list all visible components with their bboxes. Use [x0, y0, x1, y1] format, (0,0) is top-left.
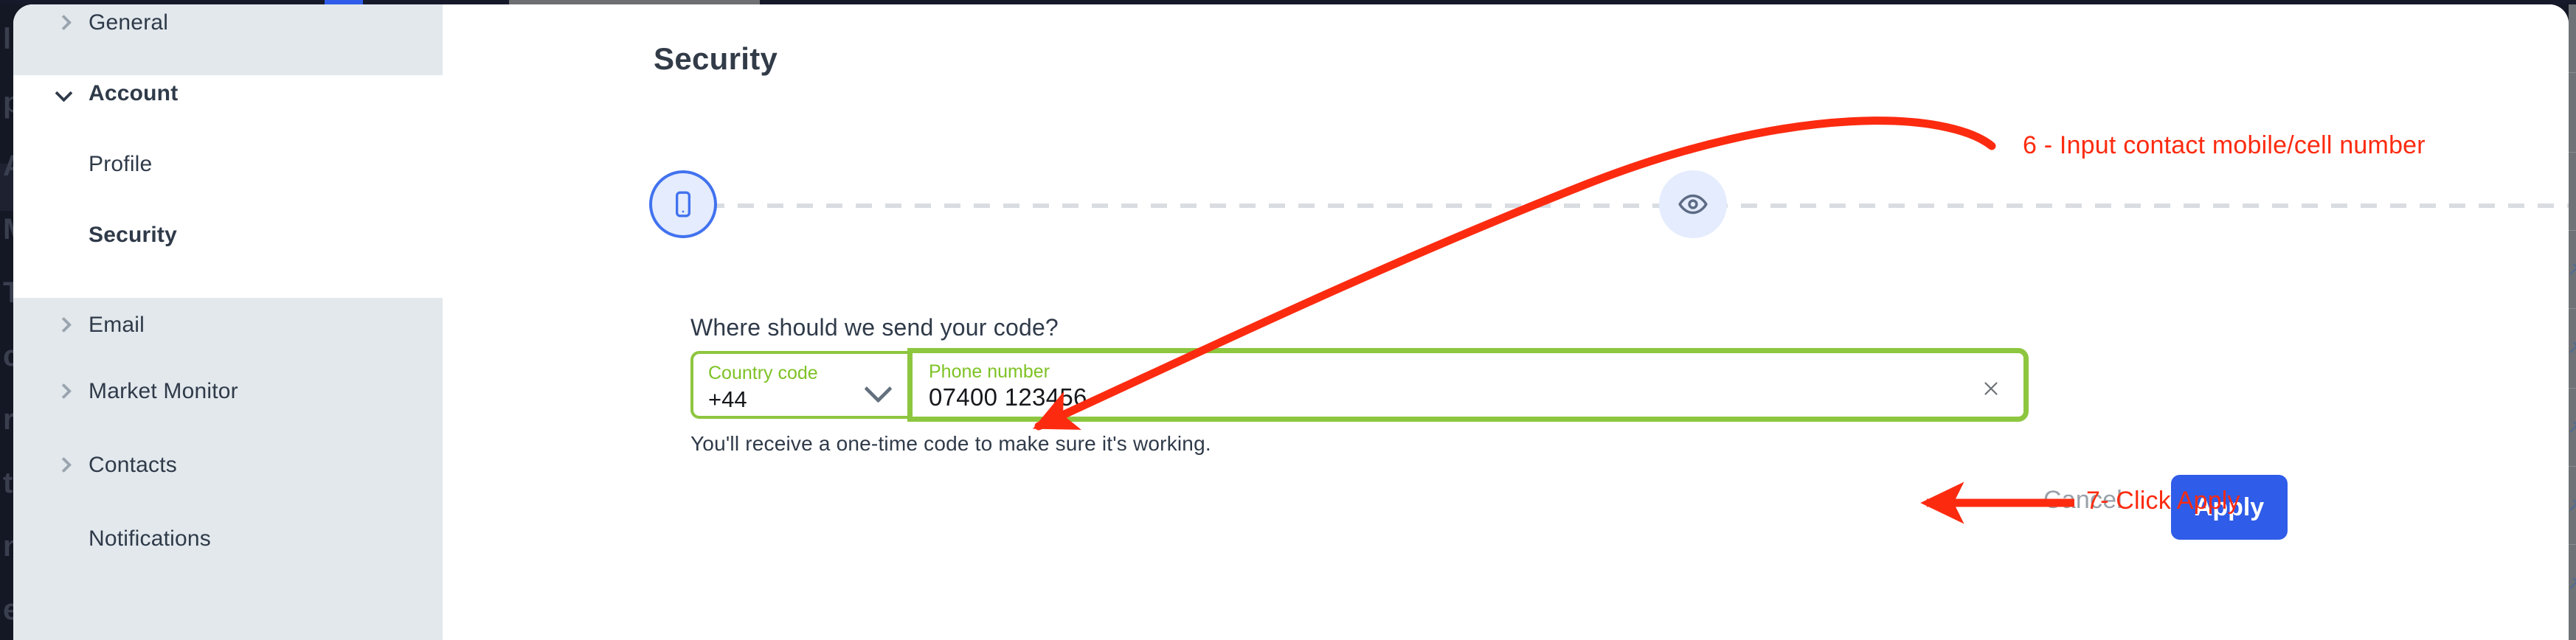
sidebar-item-label: Email	[89, 313, 145, 337]
sidebar-item-label: Contacts	[89, 453, 177, 477]
clear-phone-number-icon[interactable]	[1976, 374, 2006, 403]
country-code-label: Country code	[708, 363, 818, 383]
sidebar-item-account[interactable]: Account	[13, 75, 443, 112]
sidebar-item-security[interactable]: Security	[13, 217, 443, 254]
form-hint: You'll receive a one-time code to make s…	[690, 432, 1211, 455]
stepper-step-1[interactable]	[649, 170, 717, 238]
chevron-right-icon	[53, 12, 75, 34]
stepper-connector-line	[649, 204, 2569, 208]
phone-number-input[interactable]: Phone number 07400 123456	[907, 348, 2029, 422]
security-panel: Security Where should we send your code?…	[443, 4, 2569, 640]
phone-number-label: Phone number	[929, 361, 1050, 382]
phone-number-value: 07400 123456	[929, 383, 1087, 411]
form-question: Where should we send your code?	[690, 314, 1059, 341]
settings-sidebar: General Account Profile Security Email M…	[13, 4, 443, 640]
chevron-right-icon	[53, 314, 75, 336]
sidebar-item-label: Security	[89, 223, 177, 247]
settings-modal: General Account Profile Security Email M…	[13, 4, 2569, 640]
screen-root: lpxAMTcrtniec General	[0, 0, 2576, 640]
sidebar-item-notifications[interactable]: Notifications	[13, 521, 443, 557]
chevron-right-icon	[53, 454, 75, 476]
sidebar-item-contacts[interactable]: Contacts	[13, 447, 443, 484]
apply-button[interactable]: Apply	[2171, 475, 2288, 540]
phone-entry-row: Country code +44 Phone number 07400 1234…	[690, 348, 2029, 422]
sidebar-item-general[interactable]: General	[13, 4, 443, 41]
page-title: Security	[654, 41, 778, 77]
chevron-down-icon	[53, 83, 75, 105]
cancel-button[interactable]: Cancel	[2043, 486, 2122, 515]
backdrop-right-strip	[2566, 4, 2576, 640]
country-code-value: +44	[708, 386, 747, 412]
chevron-right-icon	[53, 380, 75, 403]
sidebar-item-label: Market Monitor	[89, 379, 238, 403]
stepper-step-2[interactable]	[1659, 170, 1727, 238]
country-code-select[interactable]: Country code +44	[690, 351, 907, 419]
sidebar-item-profile[interactable]: Profile	[13, 146, 443, 183]
sidebar-item-label: Profile	[89, 152, 153, 176]
chevron-down-icon	[864, 375, 893, 403]
sidebar-item-label: General	[89, 10, 169, 35]
sidebar-item-label: Notifications	[89, 526, 212, 551]
sidebar-item-market-monitor[interactable]: Market Monitor	[13, 373, 443, 410]
verification-stepper	[649, 170, 2569, 238]
sidebar-item-label: Account	[89, 81, 179, 105]
sidebar-item-email[interactable]: Email	[13, 307, 443, 344]
